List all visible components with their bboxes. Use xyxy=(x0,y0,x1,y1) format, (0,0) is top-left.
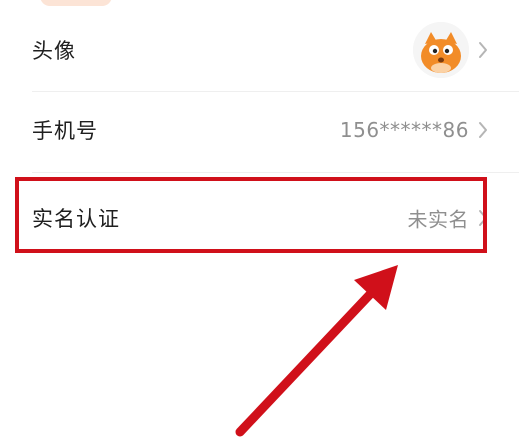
avatar[interactable] xyxy=(413,22,469,78)
profile-settings-page: 头像 手机号 156******86 实名认证 未实名 xyxy=(0,0,519,448)
real-name-label: 实名认证 xyxy=(32,207,120,231)
chevron-right-icon xyxy=(479,122,487,138)
avatar-image xyxy=(413,22,469,78)
avatar-label: 头像 xyxy=(32,39,76,63)
phone-label: 手机号 xyxy=(32,119,98,143)
real-name-status: 未实名 xyxy=(407,207,469,232)
phone-row[interactable]: 手机号 156******86 xyxy=(0,90,519,170)
top-peek-element xyxy=(40,0,112,6)
real-name-verification-row[interactable]: 实名认证 未实名 xyxy=(0,178,519,258)
divider xyxy=(32,172,519,173)
chevron-right-icon xyxy=(479,210,487,226)
chevron-right-icon xyxy=(479,42,487,58)
phone-value: 156******86 xyxy=(339,118,469,142)
avatar-row[interactable]: 头像 xyxy=(0,10,519,90)
